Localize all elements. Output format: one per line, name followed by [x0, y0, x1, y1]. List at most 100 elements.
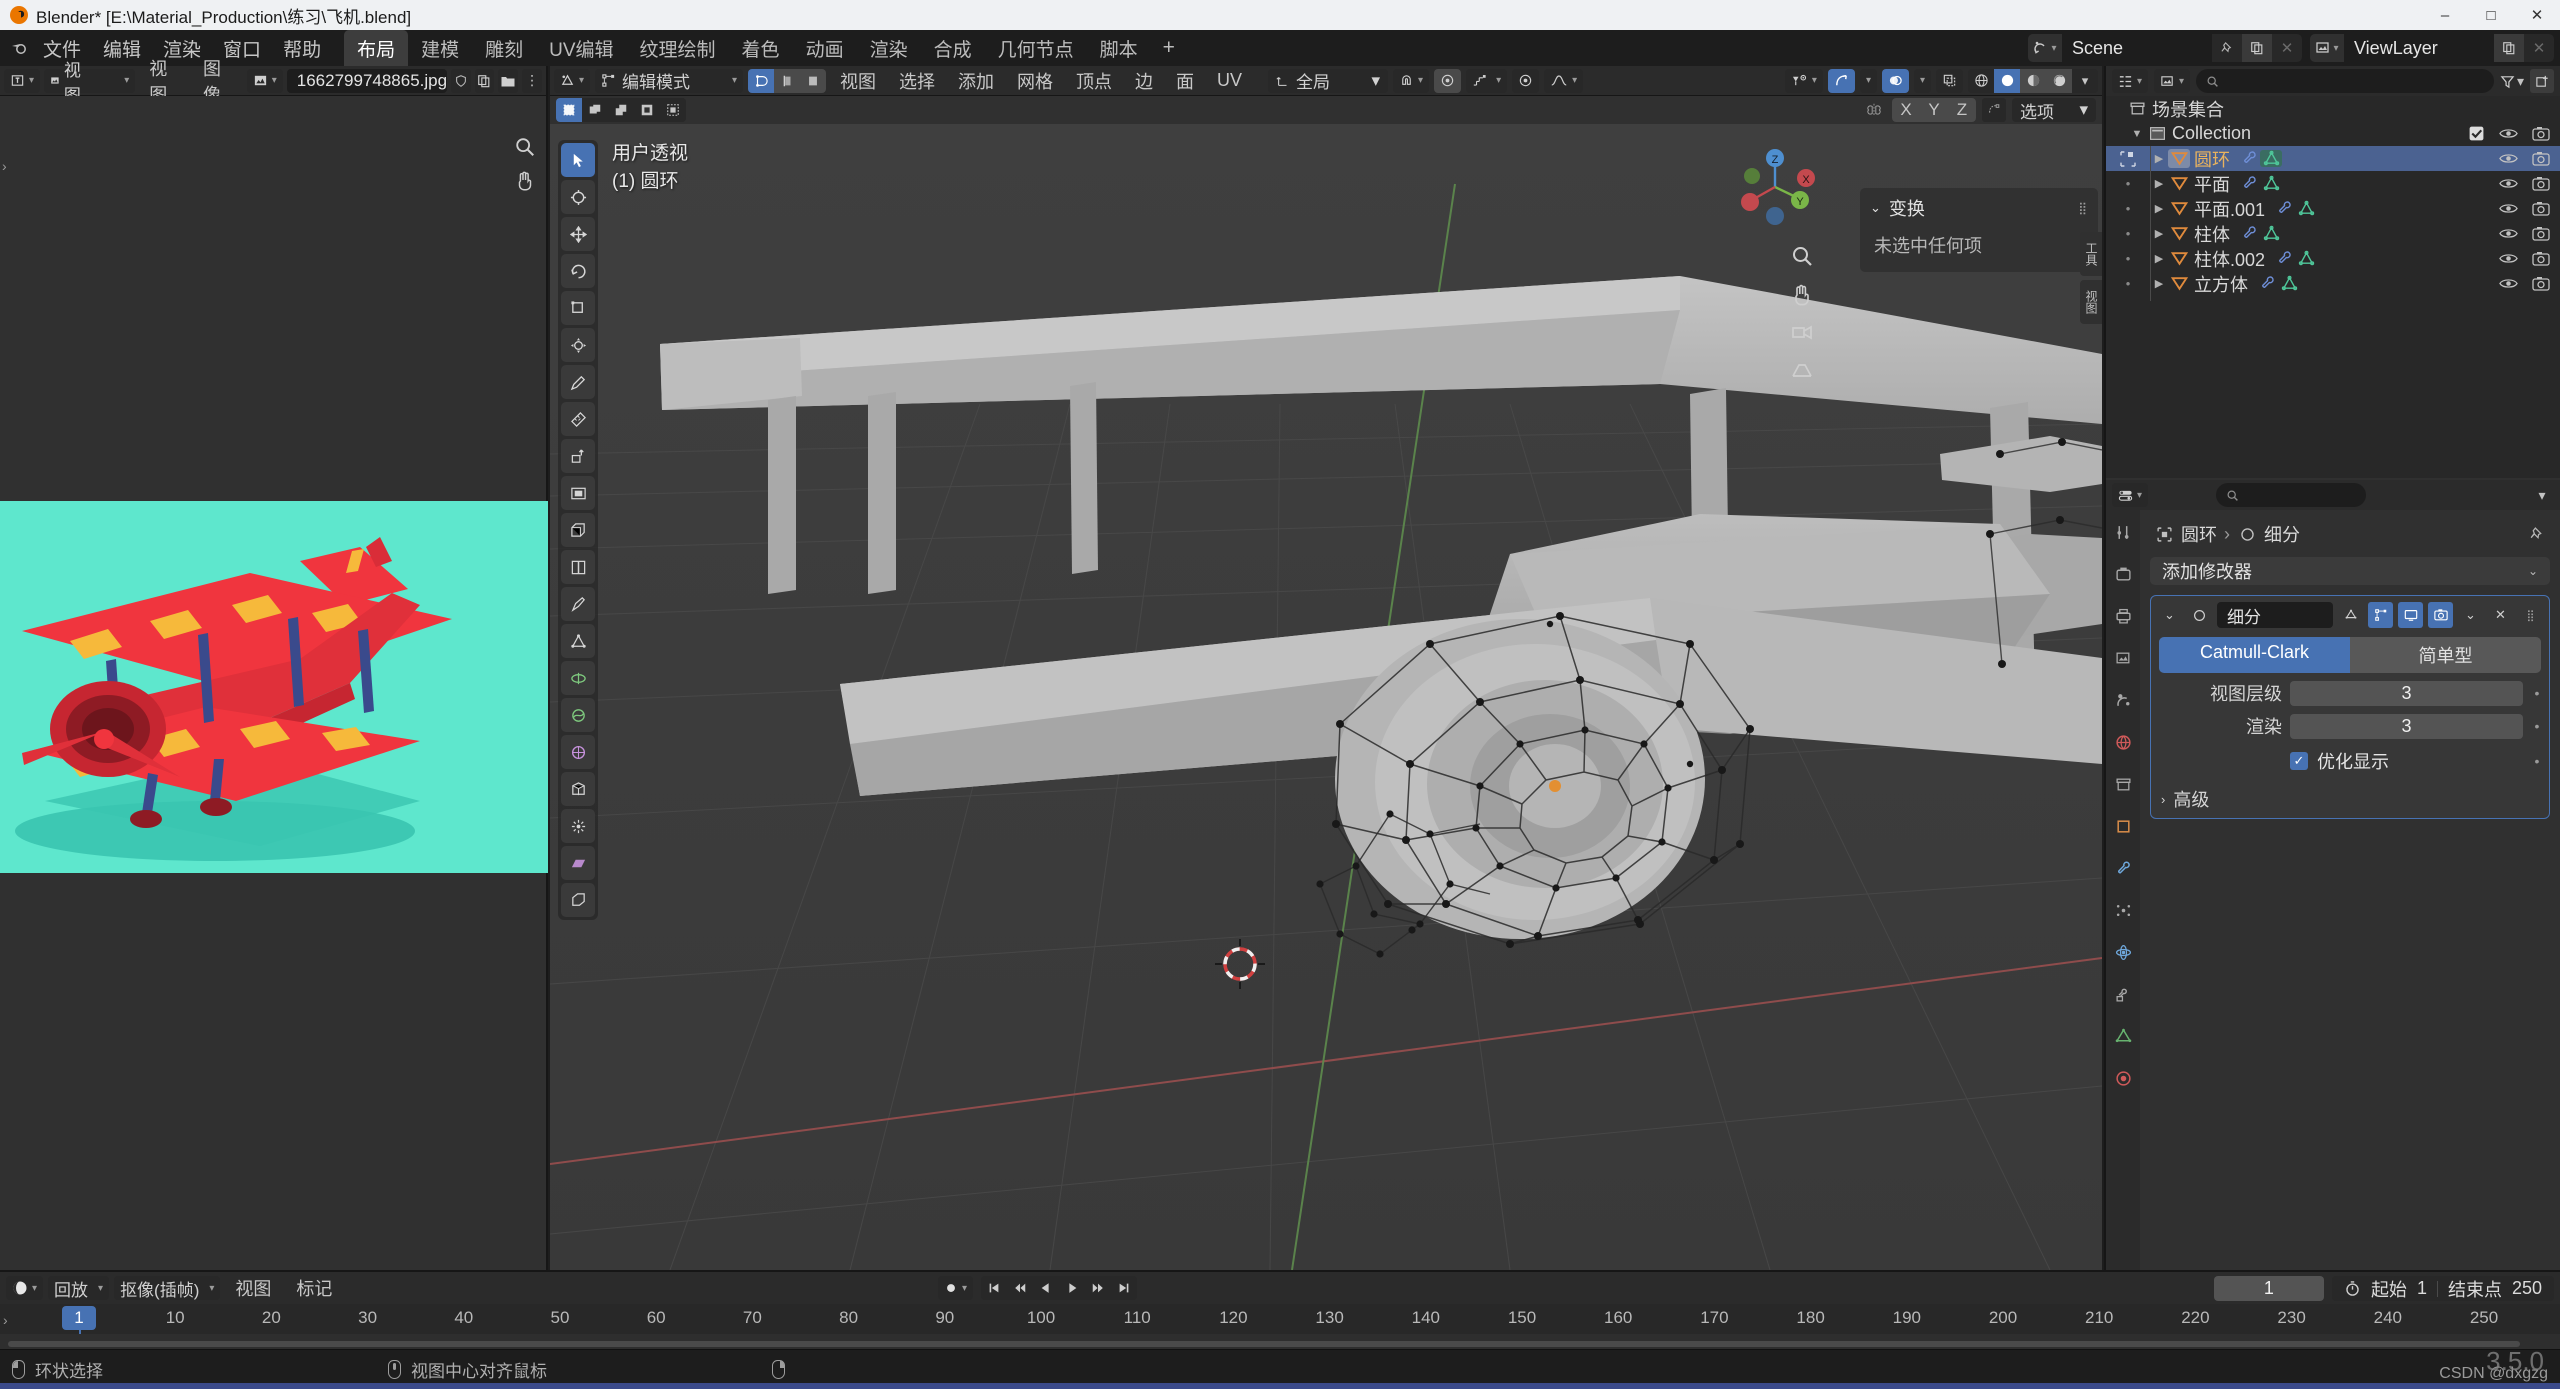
options-dropdown[interactable]: 选项 ▾	[2012, 98, 2096, 122]
outliner-editor-type-icon[interactable]: ▾	[2112, 69, 2149, 93]
select-mode-group[interactable]	[556, 98, 686, 122]
modifier-drag-handle[interactable]: ⣿	[2518, 602, 2543, 628]
tool-scale[interactable]	[561, 291, 595, 325]
modifier-render-display-button[interactable]	[2428, 602, 2453, 628]
breadcrumb-modifier-name[interactable]: 细分	[2264, 521, 2300, 547]
outliner-row-toggles[interactable]	[2499, 271, 2550, 296]
shading-mode-group[interactable]: ▾	[1968, 68, 2098, 93]
tool-smooth[interactable]	[561, 698, 595, 732]
expand-triangle-icon[interactable]: ▼	[2128, 128, 2146, 140]
workspace-tab-layout[interactable]: 布局	[344, 29, 409, 67]
modifier-wrench-icon[interactable]	[2273, 200, 2295, 217]
tool-annotate[interactable]	[561, 365, 595, 399]
scene-selector[interactable]: ▾ Scene ✕	[2028, 34, 2302, 62]
camera-icon[interactable]	[2532, 176, 2550, 191]
viewport-menu-edge[interactable]: 边	[1126, 66, 1162, 97]
camera-icon[interactable]	[2532, 251, 2550, 266]
modifier-wrench-icon[interactable]	[2256, 275, 2278, 292]
tool-rip-region[interactable]	[561, 809, 595, 843]
mirror-z-button[interactable]: Z	[1948, 98, 1976, 122]
workspace-tab-compositing[interactable]: 合成	[921, 30, 985, 67]
mirror-y-button[interactable]: Y	[1920, 98, 1948, 122]
tab-scene[interactable]	[2110, 688, 2136, 712]
catmull-clark-button[interactable]: Catmull-Clark	[2159, 637, 2350, 673]
outliner-row-toggles[interactable]	[2499, 196, 2550, 221]
outliner-item-3[interactable]: • ▶ 平面.001	[2106, 196, 2560, 221]
add-modifier-button[interactable]: 添加修改器 ⌄	[2150, 557, 2550, 585]
mirror-symmetry-icon[interactable]	[1862, 98, 1886, 122]
subdivision-type-toggle[interactable]: Catmull-Clark 简单型	[2159, 637, 2541, 673]
mode-selector[interactable]: 编辑模式 ▾	[595, 68, 744, 93]
camera-icon[interactable]	[2532, 151, 2550, 166]
eye-icon[interactable]	[2499, 176, 2518, 191]
modifier-wrench-icon[interactable]	[2273, 250, 2295, 267]
image-name-field[interactable]: 1662799748865.jpg	[286, 68, 447, 93]
timeline-horizontal-scrollbar[interactable]	[8, 1341, 2520, 1347]
new-image-button[interactable]	[474, 68, 495, 93]
timeline-menu-marker[interactable]: 标记	[286, 1272, 342, 1304]
expand-triangle-icon[interactable]: ▶	[2150, 277, 2168, 290]
outliner-collection-row[interactable]: ▼ Collection	[2106, 121, 2560, 146]
viewport-menu-view[interactable]: 视图	[831, 66, 885, 97]
viewport-canvas[interactable]: 用户透视 (1) 圆环 Z Y X ⌄ 变换 ⣿ 未选中任何项 工具 视图	[550, 124, 2102, 1270]
workspace-tab-uv-editing[interactable]: UV编辑	[536, 30, 626, 67]
modifier-wrench-icon[interactable]	[2238, 175, 2260, 192]
tab-modifiers[interactable]	[2110, 856, 2136, 880]
pan-view-icon[interactable]	[1790, 282, 1814, 306]
tab-world[interactable]	[2110, 730, 2136, 754]
scene-name-field[interactable]: Scene	[2062, 34, 2212, 62]
shading-options-dropdown[interactable]: ▾	[2072, 68, 2098, 93]
viewport-menu-select[interactable]: 选择	[890, 66, 944, 97]
play-button[interactable]	[1059, 1276, 1085, 1300]
eye-icon[interactable]	[2499, 151, 2518, 166]
tool-rip-edge[interactable]	[561, 883, 595, 917]
xray-toggle-button[interactable]	[1936, 68, 1963, 93]
viewport-menu-mesh[interactable]: 网格	[1008, 66, 1062, 97]
solid-shading-button[interactable]	[1994, 68, 2020, 93]
tab-material[interactable]	[2110, 1066, 2136, 1090]
viewlayer-selector[interactable]: ▾ ViewLayer ✕	[2310, 34, 2554, 62]
workspace-tab-scripting[interactable]: 脚本	[1087, 30, 1151, 67]
tab-view-layer[interactable]	[2110, 646, 2136, 670]
modifier-on-cage-button[interactable]	[2338, 602, 2363, 628]
previous-keyframe-button[interactable]	[1007, 1276, 1033, 1300]
tab-object-data[interactable]	[2110, 1024, 2136, 1048]
mesh-data-icon[interactable]	[2260, 175, 2282, 192]
window-controls[interactable]: – □ ✕	[2422, 0, 2560, 30]
timeline-sidebar-toggle[interactable]: ›	[3, 1312, 8, 1328]
material-preview-button[interactable]	[2020, 68, 2046, 93]
workspace-tab-modeling[interactable]: 建模	[408, 30, 472, 67]
delete-viewlayer-button[interactable]: ✕	[2524, 34, 2554, 62]
falloff-curve-selector[interactable]: ▾	[1544, 68, 1584, 93]
workspace-tab-sculpting[interactable]: 雕刻	[472, 30, 536, 67]
select-invert-button[interactable]	[634, 98, 660, 122]
mesh-select-mode-group[interactable]	[748, 68, 827, 93]
keying-menu[interactable]: 抠像(插帧) ▾	[114, 1276, 221, 1300]
blender-menu-icon[interactable]	[6, 35, 32, 61]
zoom-icon[interactable]	[514, 136, 536, 158]
transport-buttons[interactable]	[981, 1276, 1138, 1300]
overlays-toggle-button[interactable]	[1881, 68, 1909, 93]
end-frame-value[interactable]: 250	[2512, 1278, 2542, 1299]
zoom-view-icon[interactable]	[1790, 244, 1814, 268]
tool-knife[interactable]	[561, 587, 595, 621]
tool-shrink-fatten[interactable]	[561, 772, 595, 806]
visibility-selectability-button[interactable]: ▾	[1784, 68, 1823, 93]
tool-tweak[interactable]	[561, 143, 595, 177]
proportional-circle-button[interactable]	[1512, 68, 1540, 93]
tab-object[interactable]	[2110, 814, 2136, 838]
tool-inset-faces[interactable]	[561, 476, 595, 510]
delete-scene-button[interactable]: ✕	[2272, 34, 2302, 62]
scene-icon[interactable]: ▾	[2028, 34, 2062, 62]
editor-type-selector[interactable]: ▾	[4, 68, 41, 93]
select-new-button[interactable]	[556, 98, 582, 122]
outliner-row-toggles[interactable]	[2499, 171, 2550, 196]
modifier-name-field[interactable]: 细分	[2217, 602, 2333, 628]
tab-render[interactable]	[2110, 562, 2136, 586]
image-datablock-icon[interactable]: ▾	[246, 68, 283, 93]
tool-bevel[interactable]	[561, 513, 595, 547]
outliner-row-toggles[interactable]	[2499, 246, 2550, 271]
mesh-data-icon[interactable]	[2260, 150, 2282, 167]
viewport-levels-value[interactable]: 3	[2290, 680, 2523, 706]
workspace-tab-rendering[interactable]: 渲染	[857, 30, 921, 67]
